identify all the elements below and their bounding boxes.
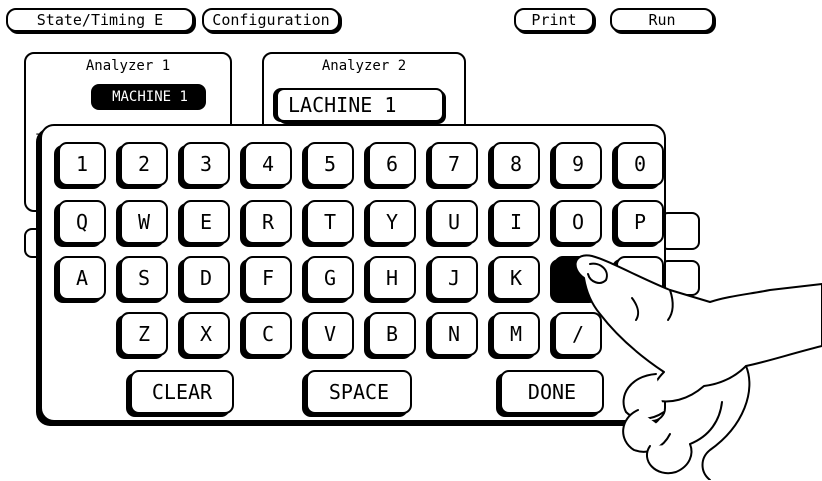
key-x[interactable]: X: [182, 312, 230, 356]
key-8[interactable]: 8: [492, 142, 540, 186]
key-d[interactable]: D: [182, 256, 230, 300]
analyzer-1-title: Analyzer 1: [85, 58, 171, 74]
key-q[interactable]: Q: [58, 200, 106, 244]
print-button[interactable]: Print: [514, 8, 594, 32]
key-3[interactable]: 3: [182, 142, 230, 186]
key-h[interactable]: H: [368, 256, 416, 300]
key-m[interactable]: M: [492, 312, 540, 356]
key-o[interactable]: O: [554, 200, 602, 244]
key-s[interactable]: S: [120, 256, 168, 300]
space-button[interactable]: SPACE: [306, 370, 412, 414]
key-f[interactable]: F: [244, 256, 292, 300]
key-a[interactable]: A: [58, 256, 106, 300]
analyzer-2-name-field[interactable]: LACHINE 1: [276, 88, 444, 122]
key-6[interactable]: 6: [368, 142, 416, 186]
pointing-hand-icon: [574, 254, 822, 480]
clear-button[interactable]: CLEAR: [130, 370, 234, 414]
key-p[interactable]: P: [616, 200, 664, 244]
configuration-button[interactable]: Configuration: [202, 8, 340, 32]
key-i[interactable]: I: [492, 200, 540, 244]
right-side-tab-upper: [660, 212, 700, 250]
key-w[interactable]: W: [120, 200, 168, 244]
key-n[interactable]: N: [430, 312, 478, 356]
key-g[interactable]: G: [306, 256, 354, 300]
key-z[interactable]: Z: [120, 312, 168, 356]
key-u[interactable]: U: [430, 200, 478, 244]
key-0[interactable]: 0: [616, 142, 664, 186]
run-button[interactable]: Run: [610, 8, 714, 32]
key-9[interactable]: 9: [554, 142, 602, 186]
key-r[interactable]: R: [244, 200, 292, 244]
key-j[interactable]: J: [430, 256, 478, 300]
key-7[interactable]: 7: [430, 142, 478, 186]
analyzer-1-machine-button[interactable]: MACHINE 1: [94, 84, 206, 110]
key-v[interactable]: V: [306, 312, 354, 356]
key-5[interactable]: 5: [306, 142, 354, 186]
key-t[interactable]: T: [306, 200, 354, 244]
key-e[interactable]: E: [182, 200, 230, 244]
key-2[interactable]: 2: [120, 142, 168, 186]
state-timing-button[interactable]: State/Timing E: [6, 8, 194, 32]
key-b[interactable]: B: [368, 312, 416, 356]
key-4[interactable]: 4: [244, 142, 292, 186]
key-y[interactable]: Y: [368, 200, 416, 244]
key-k[interactable]: K: [492, 256, 540, 300]
analyzer-2-title: Analyzer 2: [321, 58, 407, 74]
key-c[interactable]: C: [244, 312, 292, 356]
key-1[interactable]: 1: [58, 142, 106, 186]
